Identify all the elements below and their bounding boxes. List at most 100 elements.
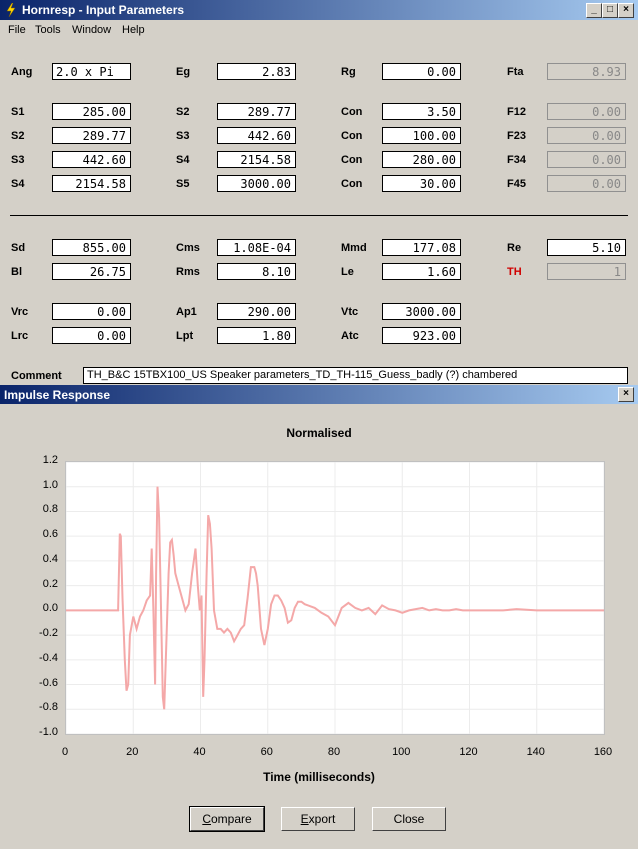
s1-field[interactable]: 285.00 <box>52 103 131 120</box>
x-tick-label: 40 <box>193 746 206 758</box>
con3-field[interactable]: 280.00 <box>382 151 461 168</box>
f23-field: 0.00 <box>547 127 626 144</box>
vtc-field[interactable]: 3000.00 <box>382 303 461 320</box>
lrc-field[interactable]: 0.00 <box>52 327 131 344</box>
close-dialog-button[interactable]: Close <box>372 807 446 831</box>
fta-label: Fta <box>507 66 524 78</box>
window-title: Hornresp - Input Parameters <box>22 3 185 17</box>
s2-field[interactable]: 289.77 <box>217 103 296 120</box>
rms-label: Rms <box>176 266 200 278</box>
f34-label: F34 <box>507 154 526 166</box>
s5-label: S5 <box>176 178 190 190</box>
f12-field: 0.00 <box>547 103 626 120</box>
con3-label: Con <box>341 154 363 166</box>
atc-field[interactable]: 923.00 <box>382 327 461 344</box>
le-label: Le <box>341 266 354 278</box>
mmd-label: Mmd <box>341 242 367 254</box>
f12-label: F12 <box>507 106 526 118</box>
rms-field[interactable]: 8.10 <box>217 263 296 280</box>
vtc-label: Vtc <box>341 306 359 318</box>
comment-field[interactable]: TH_B&C 15TBX100_US Speaker parameters_TD… <box>83 367 628 384</box>
ang-field[interactable]: 2.0 x Pi <box>52 63 131 80</box>
fta-field: 8.93 <box>547 63 626 80</box>
y-tick-label: -1.0 <box>39 726 58 738</box>
impulse-response-titlebar[interactable]: Impulse Response × <box>0 385 638 404</box>
vrc-label: Vrc <box>11 306 29 318</box>
lpt-field[interactable]: 1.80 <box>217 327 296 344</box>
close-button[interactable]: × <box>618 3 634 18</box>
x-tick-label: 160 <box>593 746 613 758</box>
x-tick-label: 20 <box>126 746 139 758</box>
export-label: xport <box>308 812 336 826</box>
x-tick-label: 120 <box>459 746 478 758</box>
compare-label: ompare <box>210 812 252 826</box>
input-parameters-titlebar[interactable]: Hornresp - Input Parameters _ □ × <box>0 0 638 20</box>
eg-field[interactable]: 2.83 <box>217 63 296 80</box>
menu-help[interactable]: Help <box>122 24 145 36</box>
y-tick-label: 0.8 <box>42 503 58 516</box>
ap1-field[interactable]: 290.00 <box>217 303 296 320</box>
bl-field[interactable]: 26.75 <box>52 263 131 280</box>
plot-area <box>65 461 605 735</box>
con2-field[interactable]: 100.00 <box>382 127 461 144</box>
compare-mnemonic: C <box>202 812 211 826</box>
lightning-icon <box>6 3 16 17</box>
mmd-field[interactable]: 177.08 <box>382 239 461 256</box>
x-tick-label: 140 <box>526 746 545 758</box>
lpt-label: Lpt <box>176 330 194 342</box>
f45-field: 0.00 <box>547 175 626 192</box>
impulse-window-title: Impulse Response <box>4 388 111 402</box>
x-tick-label: 0 <box>61 746 69 758</box>
y-tick-label: 0.4 <box>42 552 58 565</box>
con1-field[interactable]: 3.50 <box>382 103 461 120</box>
con4-field[interactable]: 30.00 <box>382 175 461 192</box>
menu-tools[interactable]: Tools <box>35 24 61 36</box>
s3-label: S3 <box>176 130 190 142</box>
lrc-label: Lrc <box>11 330 29 342</box>
cms-label: Cms <box>176 242 200 254</box>
impulse-close-button[interactable]: × <box>618 387 634 402</box>
sd-field[interactable]: 855.00 <box>52 239 131 256</box>
vrc-field[interactable]: 0.00 <box>52 303 131 320</box>
y-tick-label: -0.6 <box>39 676 58 689</box>
s5-field[interactable]: 3000.00 <box>217 175 296 192</box>
compare-button[interactable]: Compare <box>189 806 265 832</box>
f45-label: F45 <box>507 178 526 190</box>
s4-field[interactable]: 2154.58 <box>217 151 296 168</box>
s1-label: S1 <box>11 106 25 118</box>
impulse-response-chart <box>65 461 605 735</box>
menu-file[interactable]: File <box>8 24 26 36</box>
maximize-button[interactable]: □ <box>602 3 618 18</box>
y-tick-label: -0.8 <box>39 701 58 714</box>
y-tick-label: -0.2 <box>39 627 58 640</box>
re-field[interactable]: 5.10 <box>547 239 626 256</box>
atc-label: Atc <box>341 330 359 342</box>
s3b-field[interactable]: 442.60 <box>52 151 131 168</box>
sd-label: Sd <box>11 242 26 254</box>
le-field[interactable]: 1.60 <box>382 263 461 280</box>
re-label: Re <box>507 242 522 254</box>
s3b-label: S3 <box>11 154 25 166</box>
f34-field: 0.00 <box>547 151 626 168</box>
s4b-field[interactable]: 2154.58 <box>52 175 131 192</box>
ang-label: Ang <box>11 66 33 78</box>
rg-field[interactable]: 0.00 <box>382 63 461 80</box>
rg-label: Rg <box>341 66 356 78</box>
x-axis-label: Time (milliseconds) <box>263 770 375 784</box>
export-button[interactable]: Export <box>281 807 355 831</box>
cms-field[interactable]: 1.08E-04 <box>217 239 296 256</box>
s4-label: S4 <box>176 154 190 166</box>
menu-window[interactable]: Window <box>72 24 111 36</box>
export-mnemonic: E <box>300 812 309 826</box>
th-label: TH <box>507 266 522 278</box>
minimize-button[interactable]: _ <box>586 3 602 18</box>
y-tick-label: 1.2 <box>42 454 58 466</box>
con1-label: Con <box>341 106 363 118</box>
s2b-field[interactable]: 289.77 <box>52 127 131 144</box>
menu-bar: File Tools Window Help <box>0 20 638 40</box>
y-tick-label: -0.4 <box>39 651 58 664</box>
ap1-label: Ap1 <box>176 306 197 318</box>
th-field: 1 <box>547 263 626 280</box>
f23-label: F23 <box>507 130 526 142</box>
s3-field[interactable]: 442.60 <box>217 127 296 144</box>
